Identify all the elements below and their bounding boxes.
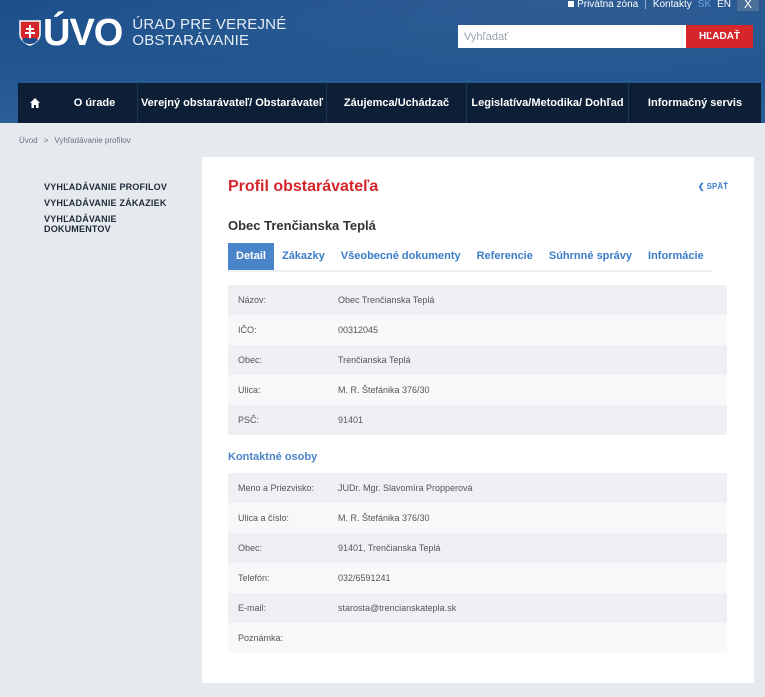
field-label: Názov:: [238, 295, 267, 305]
field-label: Obec:: [238, 355, 263, 365]
field-value: 032/6591241: [338, 573, 391, 583]
table-row: Obec: 91401, Trenčianska Teplá: [228, 533, 727, 563]
table-row: IČO: 00312045: [228, 315, 727, 345]
tab-zakazky[interactable]: Zákazky: [273, 243, 333, 270]
breadcrumb-home[interactable]: Úvod: [19, 136, 38, 145]
site-logo[interactable]: ÚVO ÚRAD PRE VEREJNÉ OBSTARÁVANIE: [19, 14, 286, 52]
divider: |: [644, 0, 647, 10]
page-title: Profil obstarávateľa: [228, 178, 379, 195]
details-table: Názov: Obec Trenčianska Teplá IČO: 0031204…: [228, 285, 727, 435]
table-row: Ulica: M. R. Štefánika 376/30: [228, 375, 727, 405]
logo-subtitle: ÚRAD PRE VEREJNÉ OBSTARÁVANIE: [132, 17, 286, 49]
table-row: Názov: Obec Trenčianska Teplá: [228, 285, 727, 315]
logo-subtitle-line2: OBSTARÁVANIE: [132, 32, 250, 49]
home-icon[interactable]: [18, 83, 52, 123]
field-value: JUDr. Mgr. Slavomíra Propperová: [338, 483, 473, 493]
site-header: Privátna zóna | Kontakty SK EN X ÚVO ÚRA…: [0, 0, 765, 123]
nav-item-legislativa[interactable]: Legislatíva/Metodika/ Dohľad: [466, 83, 628, 123]
contacts-table: Meno a Priezvisko: JUDr. Mgr. Slavomíra P…: [228, 473, 727, 653]
coat-of-arms-icon: [19, 20, 41, 46]
sidebar: VYHĽADÁVANIE PROFILOV VYHĽADÁVANIE ZÁKAZ…: [44, 182, 184, 240]
field-label: E-mail:: [238, 603, 267, 613]
profile-panel: Profil obstarávateľa ❮ SPÄŤ Obec Trenčia…: [202, 157, 754, 683]
field-value: 91401: [338, 415, 364, 425]
field-label: PSČ:: [238, 415, 260, 425]
field-label: Ulica:: [238, 385, 261, 395]
search-button[interactable]: HĽADAŤ: [686, 25, 753, 48]
field-label: Poznámka:: [238, 633, 284, 643]
tab-suhrnne-spravy[interactable]: Súhrnné správy: [540, 243, 641, 270]
table-row: Telefón: 032/6591241: [228, 563, 727, 593]
nav-item-o-urade[interactable]: O úrade: [52, 83, 137, 123]
top-utility-bar: Privátna zóna | Kontakty SK EN X: [568, 0, 759, 11]
search-input[interactable]: [458, 25, 686, 48]
private-zone-link[interactable]: Privátna zóna: [568, 0, 638, 10]
back-link[interactable]: ❮ SPÄŤ: [698, 182, 728, 191]
sidebar-item-profiles[interactable]: VYHĽADÁVANIE PROFILOV: [44, 182, 184, 192]
logo-wordmark: ÚVO: [43, 12, 123, 54]
field-label: Ulica a číslo:: [238, 513, 290, 523]
table-row: Meno a Priezvisko: JUDr. Mgr. Slavomíra P…: [228, 473, 727, 503]
lock-icon: [568, 0, 575, 7]
field-label: IČO:: [238, 325, 257, 335]
field-value: Obec Trenčianska Teplá: [338, 295, 435, 305]
field-value: 00312045: [338, 325, 379, 335]
field-label: Obec:: [238, 543, 263, 553]
nav-item-informacny-servis[interactable]: Informačný servis: [628, 83, 761, 123]
sidebar-item-documents[interactable]: VYHĽADÁVANIE DOKUMENTOV: [44, 214, 134, 234]
table-row: Ulica a číslo: M. R. Štefánika 376/30: [228, 503, 727, 533]
sidebar-item-contracts[interactable]: VYHĽADÁVANIE ZÁKAZIEK: [44, 198, 184, 208]
field-value: 91401, Trenčianska Teplá: [338, 543, 441, 553]
field-value: M. R. Štefánika 376/30: [338, 513, 430, 523]
profile-name: Obec Trenčianska Teplá: [228, 218, 376, 233]
tab-vseobecne-dokumenty[interactable]: Všeobecné dokumenty: [332, 243, 469, 270]
breadcrumb-current: Vyhľadávanie profilov: [54, 136, 131, 145]
close-icon[interactable]: X: [737, 0, 759, 11]
private-zone-label: Privátna zóna: [577, 0, 639, 10]
table-row: Poznámka:: [228, 623, 727, 653]
tab-detail[interactable]: Detail: [228, 243, 274, 270]
contacts-link[interactable]: Kontakty: [653, 0, 692, 10]
breadcrumb-separator: >: [43, 136, 49, 145]
search-bar: HĽADAŤ: [458, 25, 753, 48]
table-row: PSČ: 91401: [228, 405, 727, 435]
main-navigation: O úrade Verejný obstarávateľ/ Obstarávat…: [18, 83, 761, 123]
nav-item-zaujemca[interactable]: Záujemca/Uchádzač: [326, 83, 466, 123]
lang-sk-link[interactable]: SK: [698, 0, 711, 10]
email-link[interactable]: starosta@trencianskatepla.sk: [338, 603, 456, 613]
logo-subtitle-line1: ÚRAD PRE VEREJNÉ: [132, 16, 287, 33]
tab-referencie[interactable]: Referencie: [468, 243, 541, 270]
profile-tabs: Detail Zákazky Všeobecné dokumenty Refer…: [228, 243, 712, 272]
table-row: Obec: Trenčianska Teplá: [228, 345, 727, 375]
back-label: SPÄŤ: [706, 182, 728, 191]
field-label: Telefón:: [238, 573, 270, 583]
chevron-left-icon: ❮: [697, 182, 705, 191]
contacts-heading: Kontaktné osoby: [228, 451, 318, 463]
field-value: M. R. Štefánika 376/30: [338, 385, 430, 395]
breadcrumb: Úvod > Vyhľadávanie profilov: [19, 136, 131, 145]
field-label: Meno a Priezvisko:: [238, 483, 315, 493]
field-value: Trenčianska Teplá: [338, 355, 411, 365]
lang-en-link[interactable]: EN: [717, 0, 731, 10]
nav-item-verejny-obstaravatel[interactable]: Verejný obstarávateľ/ Obstarávateľ: [137, 83, 326, 123]
table-row: E-mail: starosta@trencianskatepla.sk: [228, 593, 727, 623]
tab-informacie[interactable]: Informácie: [640, 243, 712, 270]
